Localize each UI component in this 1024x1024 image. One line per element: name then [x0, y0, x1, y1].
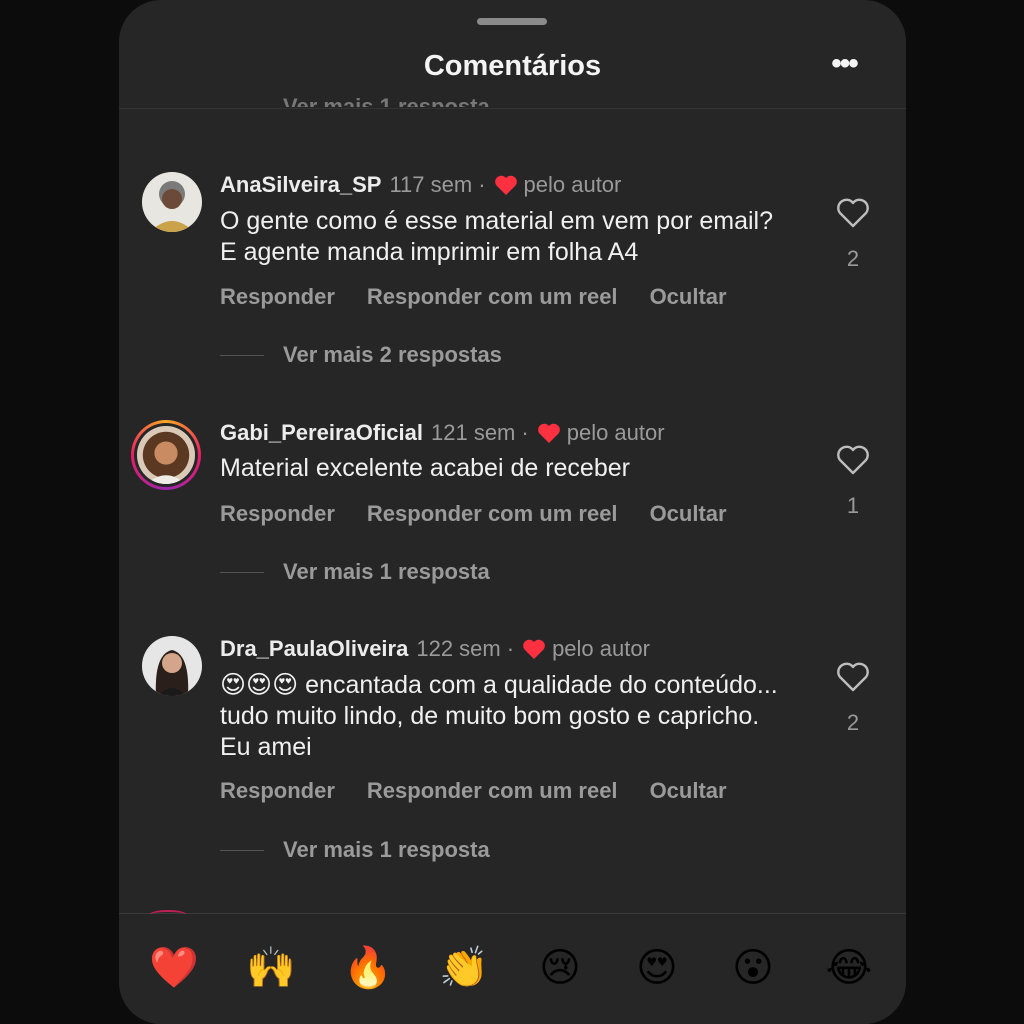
- reply-button[interactable]: Responder: [220, 284, 335, 310]
- reply-with-reel-button[interactable]: Responder com um reel: [367, 778, 618, 804]
- comment-actions: Responder Responder com um reel Ocultar: [220, 501, 727, 527]
- comment-text: O gente como é esse material em vem por …: [220, 207, 774, 266]
- separator: ·: [478, 172, 486, 197]
- author-heart-icon: [494, 175, 517, 195]
- username[interactable]: Dra_PaulaOliveira: [220, 636, 408, 662]
- like-count: 2: [846, 710, 860, 735]
- author-heart-icon: [523, 639, 545, 659]
- emoji-raised-hands-button[interactable]: 🙌: [246, 944, 296, 992]
- emoji-heart-eyes-button[interactable]: 😍: [633, 944, 681, 992]
- avatar[interactable]: [142, 172, 202, 232]
- view-replies-link[interactable]: Ver mais 2 respostas: [220, 342, 502, 368]
- view-replies-label: Ver mais 2 respostas: [283, 342, 502, 367]
- liked-by-author-label: pelo autor: [566, 420, 665, 445]
- heart-outline-icon[interactable]: [836, 445, 870, 475]
- username[interactable]: AnaSilveira_SP: [220, 172, 381, 198]
- emoji-heart-button[interactable]: ❤️: [149, 944, 199, 992]
- header-divider: [119, 108, 906, 109]
- view-replies-link[interactable]: Ver mais 1 resposta: [220, 837, 490, 863]
- liked-by-author-label: pelo autor: [523, 172, 622, 197]
- replies-divider: [220, 571, 264, 573]
- story-ring[interactable]: [131, 420, 201, 490]
- view-replies-link[interactable]: Ver mais 1 resposta: [220, 559, 490, 585]
- replies-divider: [220, 354, 264, 356]
- like-count: 1: [846, 493, 860, 518]
- comment-meta: Gabi_PereiraOficial 121 sem · pelo autor: [220, 420, 665, 446]
- view-replies-label: Ver mais 1 resposta: [283, 837, 490, 862]
- hide-button[interactable]: Ocultar: [650, 501, 727, 527]
- reply-button[interactable]: Responder: [220, 778, 335, 804]
- author-heart-icon: [537, 423, 560, 443]
- separator: ·: [521, 420, 529, 445]
- emoji-clapping-button[interactable]: 👏: [439, 944, 489, 992]
- partial-view-replies-link[interactable]: Ver mais 1 resposta: [283, 94, 490, 107]
- hide-button[interactable]: Ocultar: [650, 778, 727, 804]
- avatar[interactable]: [142, 636, 202, 696]
- comment-actions: Responder Responder com um reel Ocultar: [220, 284, 727, 310]
- emoji-surprised-button[interactable]: 😮: [729, 944, 777, 992]
- replies-divider: [220, 849, 264, 851]
- comment-meta: Dra_PaulaOliveira 122 sem · pelo autor: [220, 636, 650, 662]
- timestamp: 117 sem: [389, 172, 473, 197]
- emoji-fire-button[interactable]: 🔥: [343, 944, 393, 992]
- drag-handle[interactable]: [477, 18, 547, 25]
- separator: ·: [506, 636, 515, 661]
- timestamp: 122 sem: [416, 636, 501, 661]
- sheet-title: Comentários: [423, 50, 602, 82]
- emoji-crying-button[interactable]: 😢: [536, 944, 584, 992]
- comment-text: 😍😍😍 encantada com a qualidade do conteúd…: [220, 671, 778, 761]
- comments-sheet: Comentários ••• Ver mais 1 resposta AnaS…: [119, 0, 906, 1024]
- hide-button[interactable]: Ocultar: [650, 284, 727, 310]
- like-count: 2: [846, 246, 860, 271]
- emoji-laughing-button[interactable]: 😂: [825, 944, 873, 992]
- heart-outline-icon[interactable]: [836, 198, 870, 228]
- emoji-reaction-bar: ❤️ 🙌 🔥 👏 😢 😍 😮 😂: [119, 914, 906, 1024]
- reply-button[interactable]: Responder: [220, 501, 335, 527]
- username[interactable]: Gabi_PereiraOficial: [220, 420, 423, 446]
- comment-text: Material excelente acabei de receber: [220, 454, 630, 482]
- heart-outline-icon[interactable]: [836, 662, 870, 692]
- more-options-icon[interactable]: •••: [826, 49, 862, 82]
- reply-with-reel-button[interactable]: Responder com um reel: [367, 501, 618, 527]
- liked-by-author-label: pelo autor: [552, 636, 650, 661]
- avatar: [137, 426, 195, 484]
- timestamp: 121 sem: [431, 420, 516, 445]
- reply-with-reel-button[interactable]: Responder com um reel: [367, 284, 618, 310]
- comment-actions: Responder Responder com um reel Ocultar: [220, 778, 727, 804]
- comment-meta: AnaSilveira_SP 117 sem · pelo autor: [220, 172, 621, 198]
- view-replies-label: Ver mais 1 resposta: [283, 559, 490, 584]
